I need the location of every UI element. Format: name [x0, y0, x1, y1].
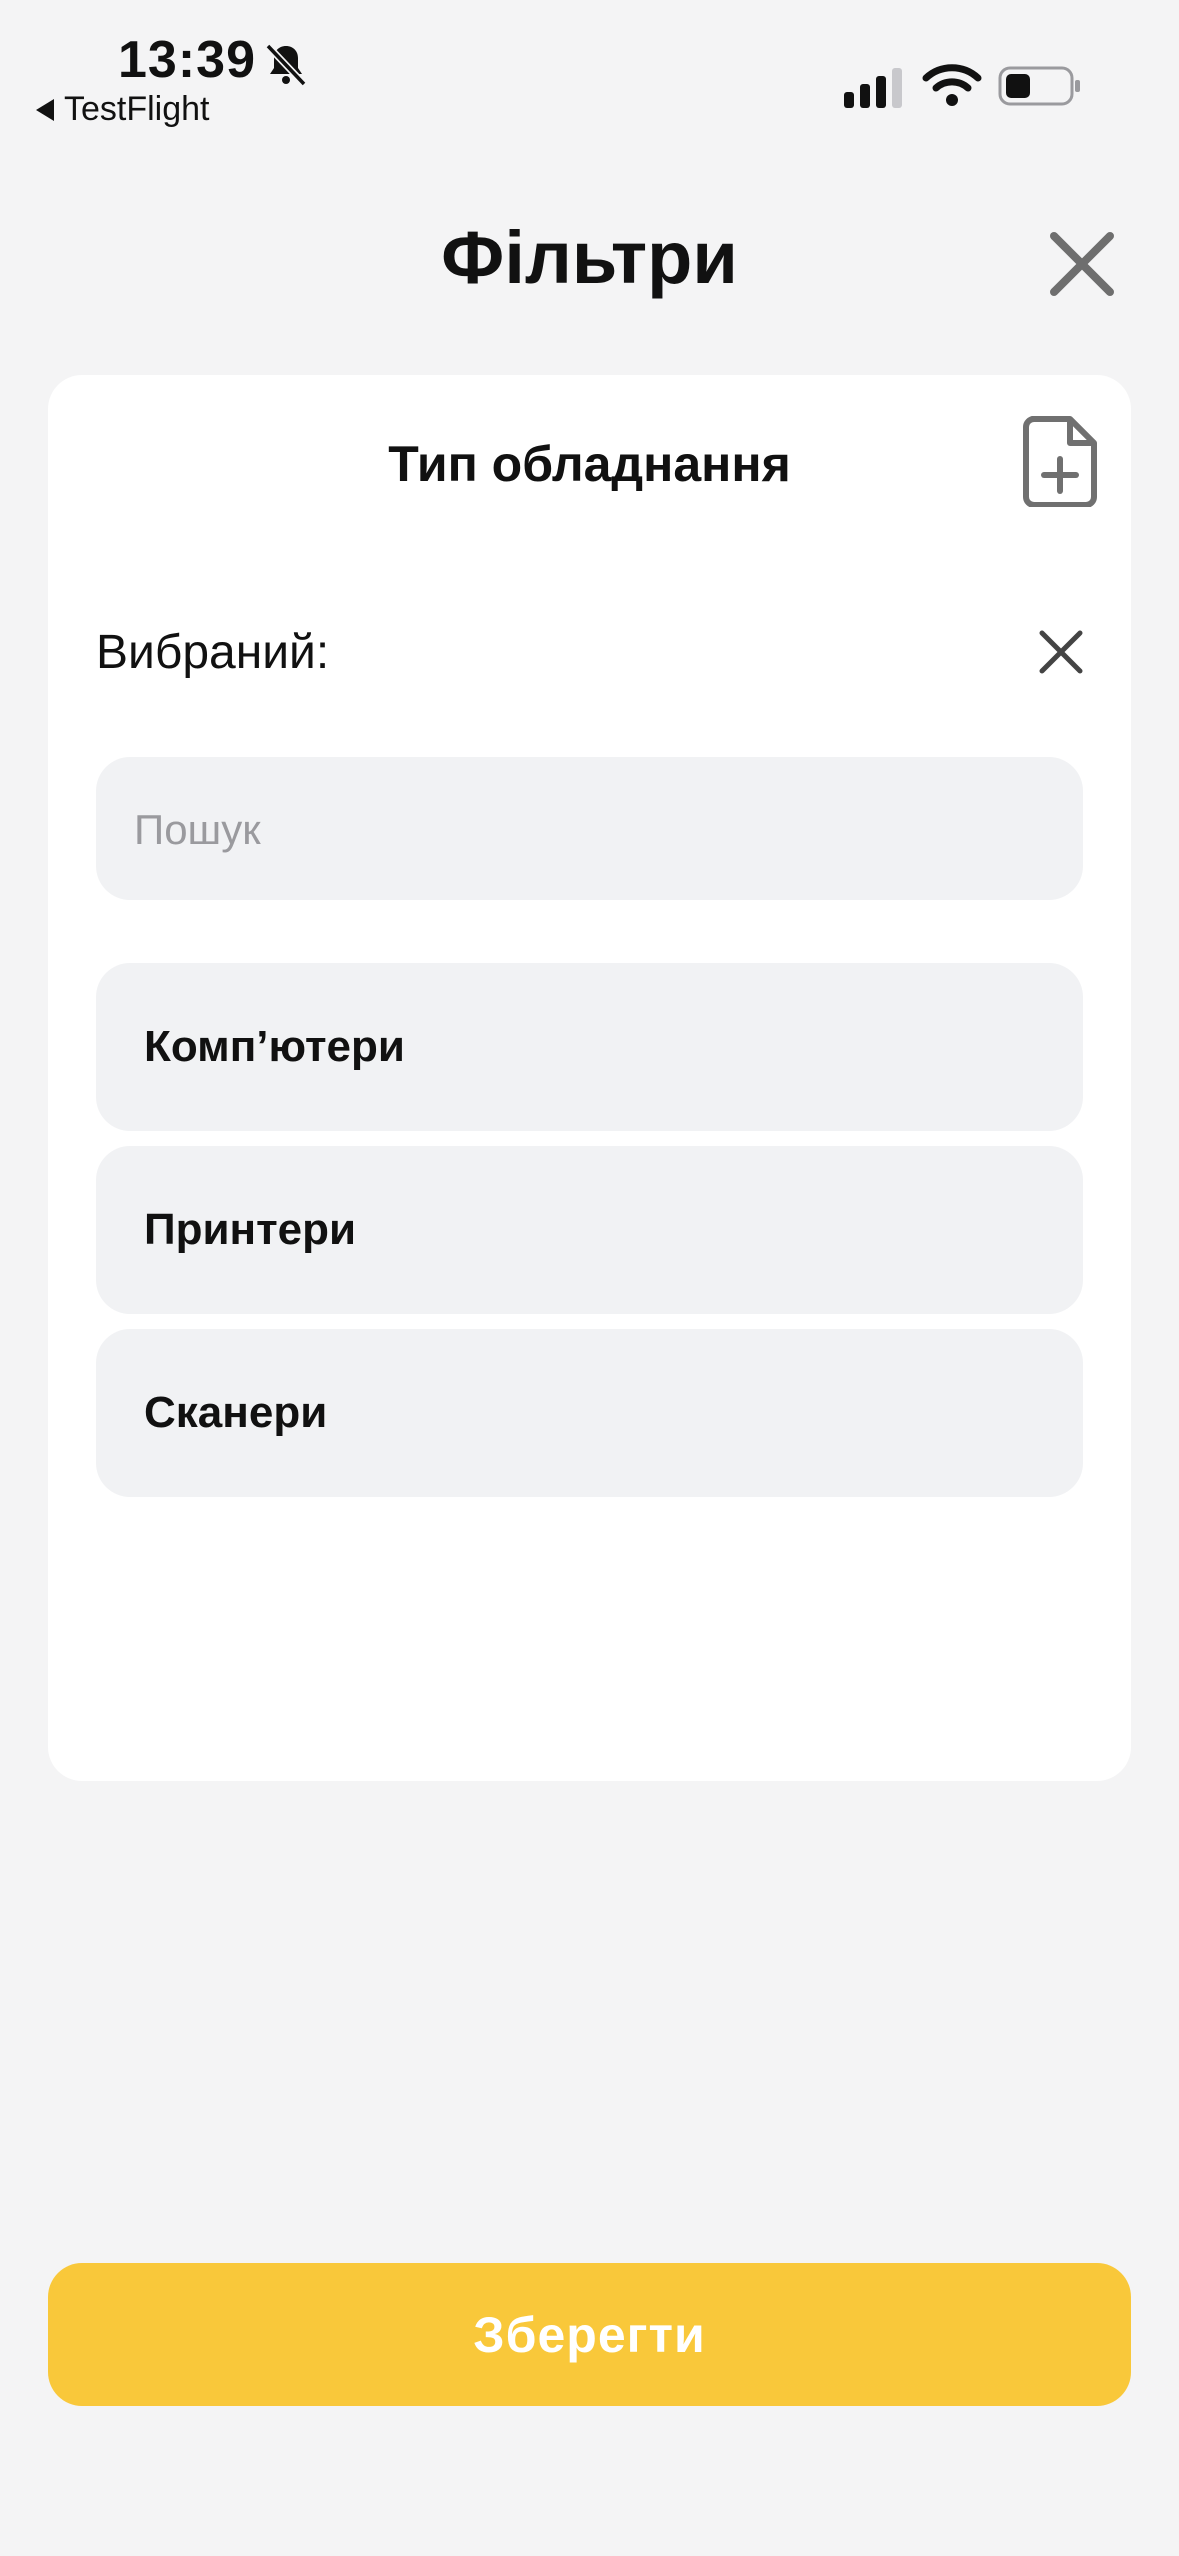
search-input[interactable]	[132, 757, 1066, 902]
close-icon[interactable]	[1046, 228, 1118, 300]
option-label: Сканери	[144, 1388, 328, 1437]
option-label: Комп’ютери	[144, 1022, 405, 1071]
wifi-icon	[922, 64, 982, 106]
option-computers[interactable]: Комп’ютери	[96, 963, 1083, 1131]
clear-icon[interactable]	[1036, 627, 1086, 677]
filter-card: Тип обладнання Вибраний: Комп’ютери Прин…	[48, 375, 1131, 1781]
status-bar: 13:39 TestFlight	[0, 0, 1179, 150]
signal-icon	[844, 68, 902, 108]
back-arrow-icon	[36, 98, 54, 121]
search-box	[96, 757, 1083, 902]
selected-label: Вибраний:	[96, 626, 330, 679]
option-scanners[interactable]: Сканери	[96, 1329, 1083, 1497]
back-app-label: TestFlight	[64, 90, 210, 128]
page-title: Фільтри	[441, 216, 738, 299]
back-to-app-link[interactable]: TestFlight	[36, 90, 210, 129]
status-time: 13:39	[118, 31, 256, 89]
file-add-icon[interactable]	[1022, 415, 1100, 507]
save-button[interactable]: Зберегти	[48, 2263, 1131, 2406]
option-printers[interactable]: Принтери	[96, 1146, 1083, 1314]
option-label: Принтери	[144, 1205, 357, 1254]
battery-icon	[998, 66, 1080, 106]
bell-slash-icon	[265, 43, 307, 87]
section-title: Тип обладнання	[388, 436, 791, 492]
